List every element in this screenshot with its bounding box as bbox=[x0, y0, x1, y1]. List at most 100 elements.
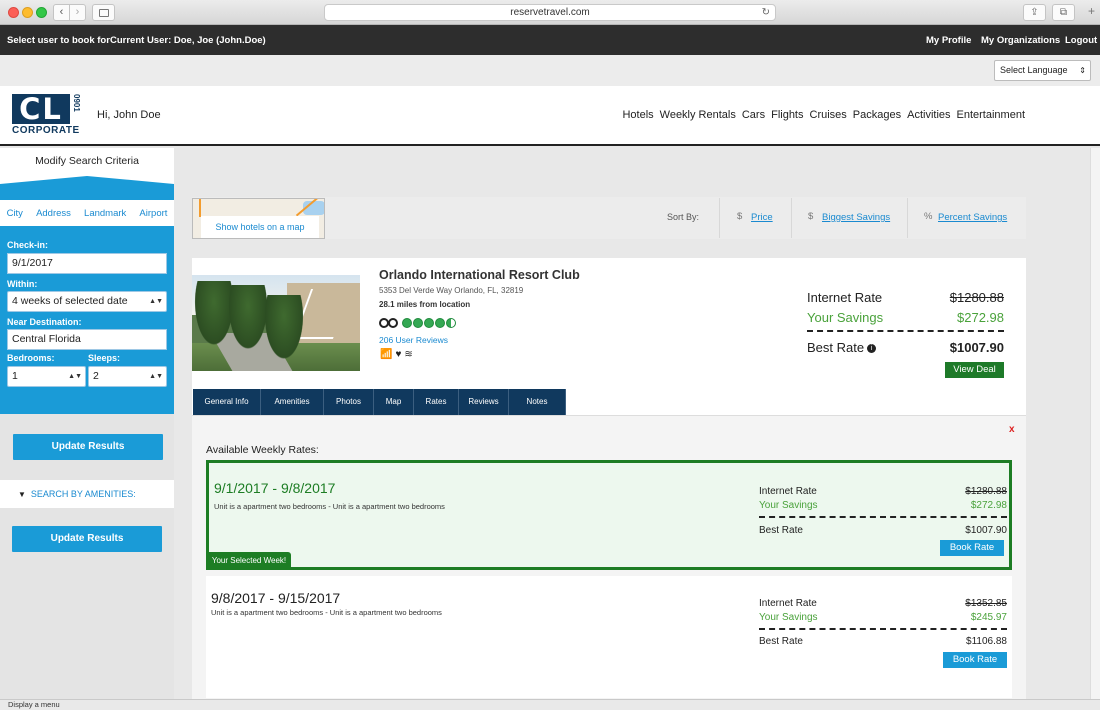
sort-price-link[interactable]: Price bbox=[751, 212, 773, 223]
sort-label: Sort By: bbox=[667, 212, 700, 222]
language-selected: Select Language bbox=[1000, 65, 1068, 75]
sidebar-toggle-icon[interactable] bbox=[92, 4, 115, 21]
best-rate-row: Best Rate i $1007.90 bbox=[807, 340, 1004, 355]
internet-rate-label: Internet Rate bbox=[807, 290, 883, 305]
location-tabs: City Address Landmark Airport bbox=[0, 200, 174, 226]
select-arrows-icon: ▲▼ bbox=[68, 373, 82, 380]
book-rate-button[interactable]: Book Rate bbox=[940, 540, 1004, 556]
nav-activities[interactable]: Activities bbox=[907, 109, 950, 121]
savings-label: Your Savings bbox=[759, 612, 818, 623]
sort-percent-link[interactable]: Percent Savings bbox=[938, 212, 1007, 223]
triangle-down-icon: ▼ bbox=[18, 490, 26, 499]
show-map-link[interactable]: Show hotels on a map bbox=[201, 216, 319, 238]
tab-reviews[interactable]: Reviews bbox=[459, 389, 509, 415]
nav-flights[interactable]: Flights bbox=[771, 109, 803, 121]
language-select[interactable]: Select Language ⇕ bbox=[994, 60, 1091, 81]
best-rate-row: Best Rate $1106.88 bbox=[759, 636, 1007, 647]
savings-row: Your Savings $272.98 bbox=[759, 500, 1007, 511]
browser-toolbar: ‹ › reservetravel.com ↻ ⇪ ⧉ + bbox=[0, 0, 1100, 25]
map-thumbnail[interactable]: Show hotels on a map bbox=[192, 198, 325, 239]
greeting: Hi, John Doe bbox=[97, 109, 161, 121]
rating-bubbles bbox=[402, 318, 456, 328]
rating-bubble-icon bbox=[413, 318, 423, 328]
site-header: CL 0901 CORPORATE Hi, John Doe Hotels We… bbox=[0, 86, 1100, 146]
internet-rate-row: Internet Rate $1352.85 bbox=[759, 598, 1007, 609]
within-label: Within: bbox=[7, 279, 38, 289]
internet-rate-label: Internet Rate bbox=[759, 598, 817, 609]
internet-rate-row: Internet Rate $1280.88 bbox=[807, 290, 1004, 305]
my-profile-link[interactable]: My Profile bbox=[926, 35, 971, 46]
maximize-window-button[interactable] bbox=[36, 7, 47, 18]
best-rate-label: Best Rate bbox=[807, 340, 865, 355]
nav-packages[interactable]: Packages bbox=[853, 109, 901, 121]
tab-amenities[interactable]: Amenities bbox=[261, 389, 324, 415]
week-description: Unit is a apartment two bedrooms - Unit … bbox=[214, 502, 445, 511]
tab-notes[interactable]: Notes bbox=[509, 389, 566, 415]
share-icon[interactable]: ⇪ bbox=[1023, 4, 1046, 21]
scrollbar[interactable] bbox=[1090, 148, 1100, 700]
swimming-icon: ≋ bbox=[404, 349, 416, 360]
divider bbox=[907, 198, 908, 238]
bedrooms-select[interactable]: 1 ▲▼ bbox=[7, 366, 86, 387]
info-icon[interactable]: i bbox=[867, 344, 877, 354]
dollar-icon: $ bbox=[737, 211, 743, 222]
select-arrows-icon: ⇕ bbox=[1079, 66, 1086, 75]
close-window-button[interactable] bbox=[8, 7, 19, 18]
sleeps-label: Sleeps: bbox=[88, 353, 121, 363]
best-rate-row: Best Rate $1007.90 bbox=[759, 525, 1007, 536]
amenities-toggle[interactable]: ▼ SEARCH BY AMENITIES: bbox=[0, 480, 174, 508]
tab-overview-icon[interactable]: ⧉ bbox=[1052, 4, 1075, 21]
divider bbox=[719, 198, 720, 238]
select-arrows-icon: ▲▼ bbox=[149, 298, 163, 305]
week-card-selected[interactable] bbox=[206, 460, 1012, 570]
new-tab-icon[interactable]: + bbox=[1088, 4, 1100, 21]
destination-field[interactable]: Central Florida bbox=[7, 329, 167, 350]
tab-photos[interactable]: Photos bbox=[324, 389, 374, 415]
tab-general-info[interactable]: General Info bbox=[193, 389, 261, 415]
my-organizations-link[interactable]: My Organizations bbox=[981, 35, 1060, 46]
chevron-left-icon[interactable]: ‹ bbox=[54, 5, 69, 20]
nav-cruises[interactable]: Cruises bbox=[810, 109, 847, 121]
internet-rate-row: Internet Rate $1280.88 bbox=[759, 486, 1007, 497]
sleeps-select[interactable]: 2 ▲▼ bbox=[88, 366, 167, 387]
sleeps-value: 2 bbox=[93, 370, 99, 382]
select-user-link[interactable]: Select user to book for bbox=[7, 35, 110, 46]
week-description: Unit is a apartment two bedrooms - Unit … bbox=[211, 608, 442, 617]
tab-map[interactable]: Map bbox=[374, 389, 414, 415]
nav-cars[interactable]: Cars bbox=[742, 109, 765, 121]
corporate-logo[interactable]: CL 0901 CORPORATE bbox=[12, 94, 82, 138]
logout-link[interactable]: Logout bbox=[1065, 35, 1097, 46]
tab-landmark[interactable]: Landmark bbox=[84, 208, 126, 219]
chevron-right-icon[interactable]: › bbox=[69, 5, 85, 20]
tab-address[interactable]: Address bbox=[36, 208, 71, 219]
within-select[interactable]: 4 weeks of selected date ▲▼ bbox=[7, 291, 167, 312]
update-results-button[interactable]: Update Results bbox=[13, 434, 163, 460]
nav-weekly-rentals[interactable]: Weekly Rentals bbox=[660, 109, 736, 121]
hotel-name[interactable]: Orlando International Resort Club bbox=[379, 268, 580, 282]
bedrooms-label: Bedrooms: bbox=[7, 353, 55, 363]
title-band bbox=[0, 176, 174, 200]
update-results-button-2[interactable]: Update Results bbox=[12, 526, 162, 552]
sort-savings-link[interactable]: Biggest Savings bbox=[822, 212, 890, 223]
view-deal-button[interactable]: View Deal bbox=[945, 362, 1004, 378]
book-rate-button[interactable]: Book Rate bbox=[943, 652, 1007, 668]
history-nav: ‹ › bbox=[53, 4, 86, 21]
minimize-window-button[interactable] bbox=[22, 7, 33, 18]
tab-city[interactable]: City bbox=[7, 208, 23, 219]
bedrooms-value: 1 bbox=[12, 370, 18, 382]
savings-label: Your Savings bbox=[759, 500, 818, 511]
savings-label: Your Savings bbox=[807, 310, 884, 325]
current-user-label: Current User: Doe, Joe (John.Doe) bbox=[110, 35, 266, 46]
user-reviews-link[interactable]: 206 User Reviews bbox=[379, 335, 448, 345]
best-rate-label: Best Rate bbox=[759, 525, 803, 536]
tab-rates[interactable]: Rates bbox=[414, 389, 459, 415]
tab-airport[interactable]: Airport bbox=[139, 208, 167, 219]
nav-entertainment[interactable]: Entertainment bbox=[957, 109, 1025, 121]
address-bar[interactable]: reservetravel.com ↻ bbox=[324, 4, 776, 21]
reload-icon[interactable]: ↻ bbox=[762, 5, 770, 20]
close-icon[interactable]: x bbox=[1009, 424, 1015, 435]
hotel-photo[interactable] bbox=[192, 275, 360, 371]
select-arrows-icon: ▲▼ bbox=[149, 373, 163, 380]
checkin-field[interactable]: 9/1/2017 bbox=[7, 253, 167, 274]
nav-hotels[interactable]: Hotels bbox=[622, 109, 653, 121]
